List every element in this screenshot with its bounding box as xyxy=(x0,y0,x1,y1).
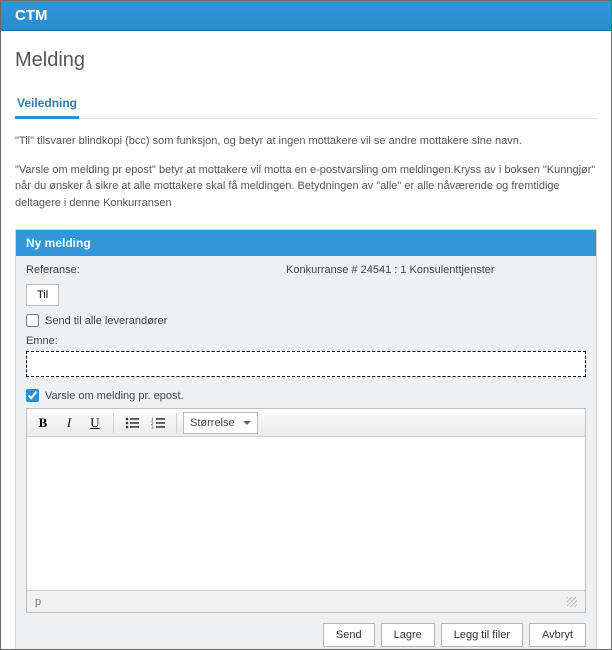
bullet-list-button[interactable] xyxy=(120,412,144,434)
resize-handle-icon[interactable] xyxy=(567,597,577,607)
toolbar-separator xyxy=(113,413,114,433)
reference-value: Konkurranse # 24541 : 1 Konsulenttjenste… xyxy=(286,264,586,276)
number-list-button[interactable]: 1 2 3 xyxy=(146,412,170,434)
attach-files-button[interactable]: Legg til filer xyxy=(441,623,523,647)
editor-toolbar: B I U xyxy=(27,409,585,437)
guidance-text: "Til" tilsvarer blindkopi (bcc) som funk… xyxy=(15,133,597,211)
editor-statusbar: p xyxy=(27,590,585,612)
font-size-label: Størrelse xyxy=(190,417,235,429)
editor-path: p xyxy=(35,596,41,608)
send-all-checkbox[interactable] xyxy=(26,314,39,327)
new-message-panel: Ny melding Referanse: Konkurranse # 2454… xyxy=(15,229,597,650)
notify-email-label: Varsle om melding pr. epost. xyxy=(45,390,184,402)
message-body-input[interactable] xyxy=(27,437,585,587)
guidance-p2: "Varsle om melding pr epost" betyr at mo… xyxy=(15,162,597,212)
app-name: CTM xyxy=(15,7,48,24)
svg-text:3: 3 xyxy=(151,426,154,429)
app-window: CTM Melding Veiledning "Til" tilsvarer b… xyxy=(0,0,612,650)
page-title: Melding xyxy=(15,49,597,72)
italic-button[interactable]: I xyxy=(57,412,81,434)
tab-guidance[interactable]: Veiledning xyxy=(15,90,79,119)
guidance-p1: "Til" tilsvarer blindkopi (bcc) som funk… xyxy=(15,133,597,150)
cancel-button[interactable]: Avbryt xyxy=(529,623,586,647)
font-size-dropdown[interactable]: Størrelse xyxy=(183,412,258,434)
send-all-label: Send til alle leverandører xyxy=(45,315,167,327)
chevron-down-icon xyxy=(243,421,251,425)
action-buttons: Send Lagre Legg til filer Avbryt xyxy=(26,623,586,647)
bold-button[interactable]: B xyxy=(31,412,55,434)
notify-email-checkbox[interactable] xyxy=(26,389,39,402)
reference-label: Referanse: xyxy=(26,264,286,276)
bullet-list-icon xyxy=(125,417,139,429)
subject-label: Emne: xyxy=(26,335,586,347)
titlebar: CTM xyxy=(1,1,611,31)
rich-text-editor: B I U xyxy=(26,408,586,613)
toolbar-separator xyxy=(176,413,177,433)
underline-button[interactable]: U xyxy=(83,412,107,434)
number-list-icon: 1 2 3 xyxy=(151,417,165,429)
send-button[interactable]: Send xyxy=(323,623,375,647)
subject-input[interactable] xyxy=(26,351,586,377)
save-button[interactable]: Lagre xyxy=(381,623,435,647)
tab-row: Veiledning xyxy=(15,90,597,119)
to-button[interactable]: Til xyxy=(26,284,59,306)
panel-header: Ny melding xyxy=(16,230,596,256)
